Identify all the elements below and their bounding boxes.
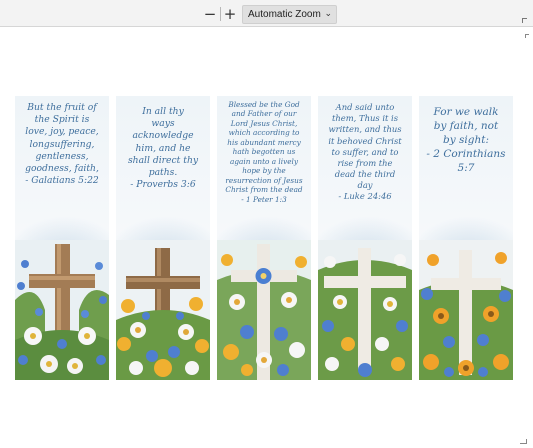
plus-icon[interactable]: + <box>222 6 238 22</box>
bookmark-verse: But the fruit of the Spirit is love, joy… <box>25 102 99 187</box>
bookmark-1-peter: Blessed be the God and Father of our Lor… <box>217 96 311 380</box>
bookmark-verse: And said unto them, Thus it is written, … <box>328 102 402 202</box>
bookmark-galatians: But the fruit of the Spirit is love, joy… <box>15 96 109 380</box>
toolbar-corner-mark <box>522 18 527 23</box>
page-bottom-corner-mark <box>520 439 527 444</box>
bookmark-proverbs: In all thy ways acknowledge him, and he … <box>116 96 210 380</box>
minus-icon[interactable]: − <box>202 6 218 22</box>
bookmark-verse: Blessed be the God and Father of our Lor… <box>225 100 303 204</box>
pdf-toolbar: − + Automatic Zoom ⌄ <box>0 0 533 27</box>
cross-flowers-illustration <box>419 240 513 380</box>
bookmark-luke: And said unto them, Thus it is written, … <box>318 96 412 380</box>
cross-flowers-illustration <box>318 240 412 380</box>
bookmark-verse: For we walk by faith, not by sight: - 2 … <box>426 106 506 174</box>
page-corner-mark <box>525 34 529 38</box>
bookmark-2-corinthians: For we walk by faith, not by sight: - 2 … <box>419 96 513 380</box>
cross-flowers-illustration <box>15 240 109 380</box>
cross-flowers-illustration <box>217 240 311 380</box>
toolbar-divider <box>220 7 221 21</box>
bookmark-verse: In all thy ways acknowledge him, and he … <box>127 106 199 191</box>
zoom-select[interactable]: Automatic Zoom ⌄ <box>242 5 337 24</box>
chevron-down-icon: ⌄ <box>324 9 332 19</box>
zoom-select-value: Automatic Zoom <box>248 9 321 20</box>
cross-flowers-illustration <box>116 240 210 380</box>
